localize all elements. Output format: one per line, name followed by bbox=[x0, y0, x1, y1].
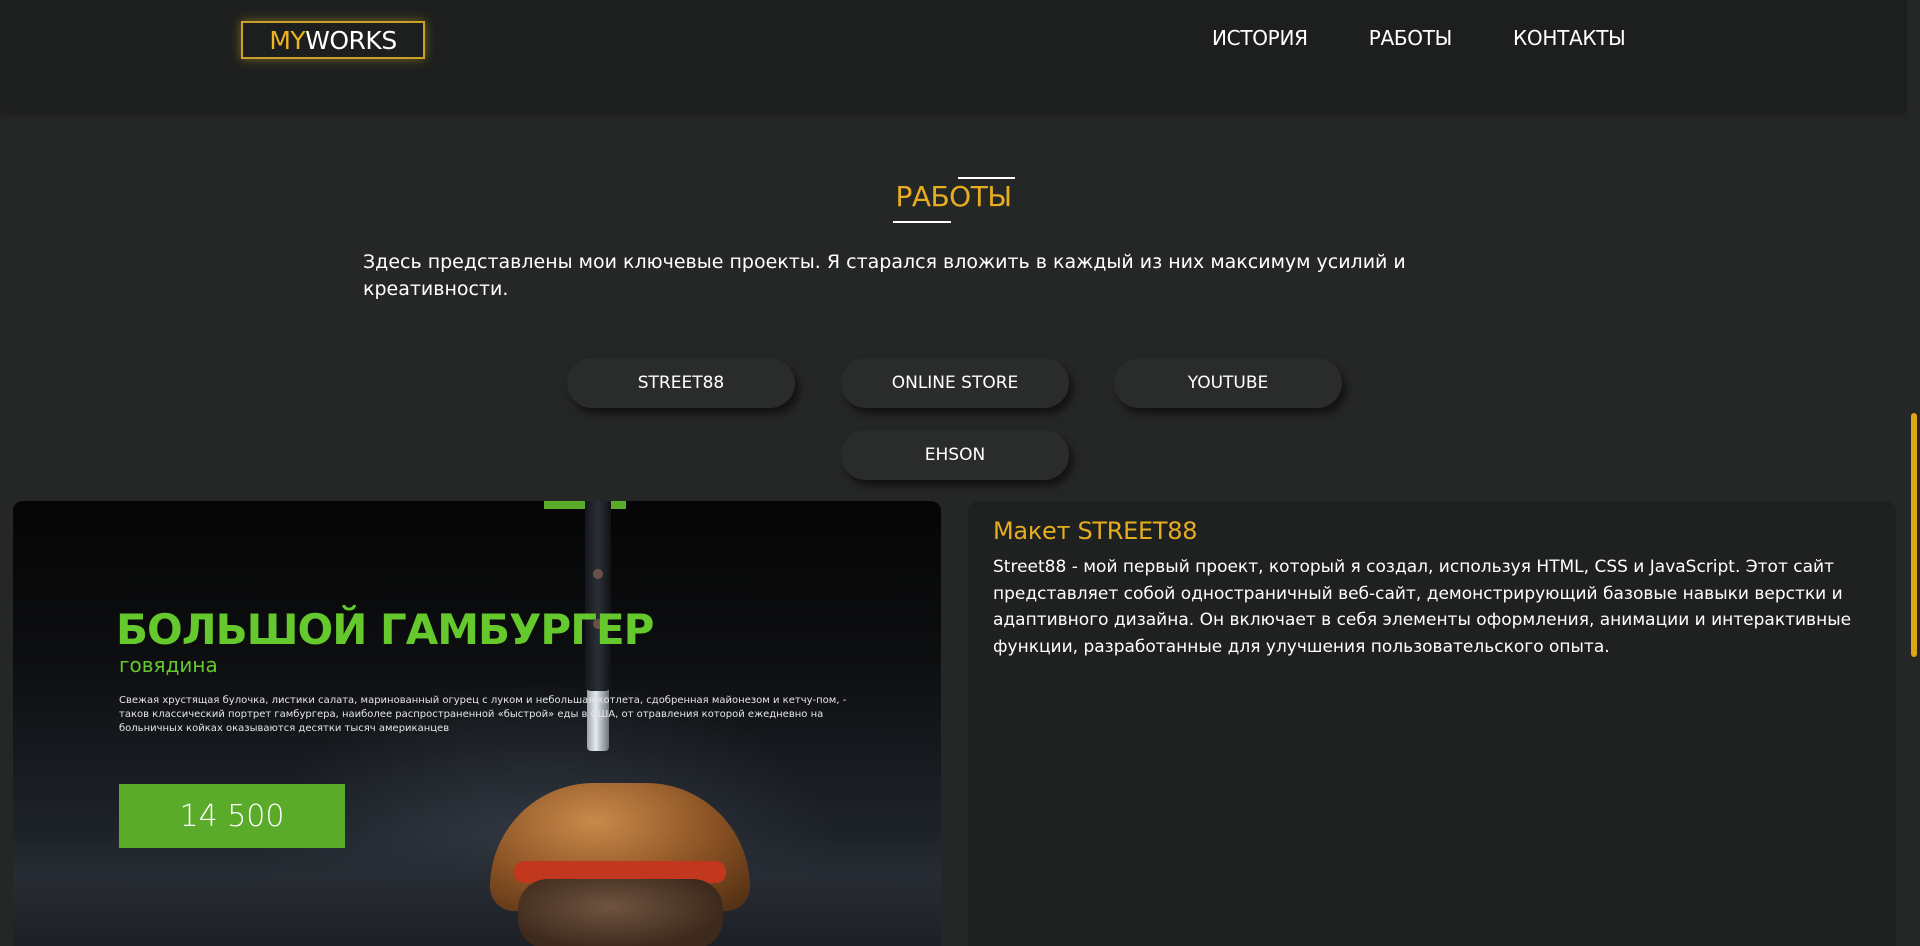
site-header: MY WORKS ИСТОРИЯ РАБОТЫ КОНТАКТЫ bbox=[0, 0, 1907, 111]
project-info-title: Макет STREET88 bbox=[993, 517, 1198, 545]
nav-link-works[interactable]: РАБОТЫ bbox=[1369, 26, 1453, 50]
project-preview-image: БОЛЬШОЙ ГАМБУРГЕР говядина Свежая хрустя… bbox=[13, 501, 941, 946]
filter-button-ehson[interactable]: EHSON bbox=[841, 430, 1069, 480]
project-info-card: Макет STREET88 Street88 - мой первый про… bbox=[968, 501, 1896, 946]
title-decor-line-top bbox=[958, 177, 1015, 179]
knife-rivet bbox=[593, 569, 603, 579]
burger-patty bbox=[518, 879, 723, 946]
title-decor-line-bottom bbox=[893, 221, 951, 223]
preview-burger-subtitle: говядина bbox=[119, 653, 218, 677]
nav-link-history[interactable]: ИСТОРИЯ bbox=[1212, 26, 1308, 50]
filter-button-youtube[interactable]: YOUTUBE bbox=[1114, 358, 1342, 408]
filter-button-street88[interactable]: STREET88 bbox=[567, 358, 795, 408]
section-intro: Здесь представлены мои ключевые проекты.… bbox=[363, 251, 1406, 300]
knife-handle bbox=[585, 501, 611, 691]
page-scrollbar-thumb[interactable] bbox=[1911, 413, 1917, 657]
preview-price-box: 14 500 bbox=[119, 784, 345, 848]
logo-part-works: WORKS bbox=[305, 25, 397, 55]
preview-burger-description: Свежая хрустящая булочка, листики салата… bbox=[119, 695, 847, 734]
project-info-description: Street88 - мой первый проект, который я … bbox=[993, 557, 1852, 657]
section-title: РАБОТЫ bbox=[895, 180, 1012, 213]
main-nav: ИСТОРИЯ РАБОТЫ КОНТАКТЫ bbox=[1212, 26, 1626, 50]
site-logo[interactable]: MY WORKS bbox=[241, 21, 425, 59]
logo-part-my: MY bbox=[269, 25, 306, 55]
preview-burger-title: БОЛЬШОЙ ГАМБУРГЕР bbox=[116, 605, 654, 654]
nav-link-contacts[interactable]: КОНТАКТЫ bbox=[1513, 26, 1626, 50]
filter-button-online-store[interactable]: ONLINE STORE bbox=[841, 358, 1069, 408]
preview-cloth bbox=[13, 831, 941, 946]
